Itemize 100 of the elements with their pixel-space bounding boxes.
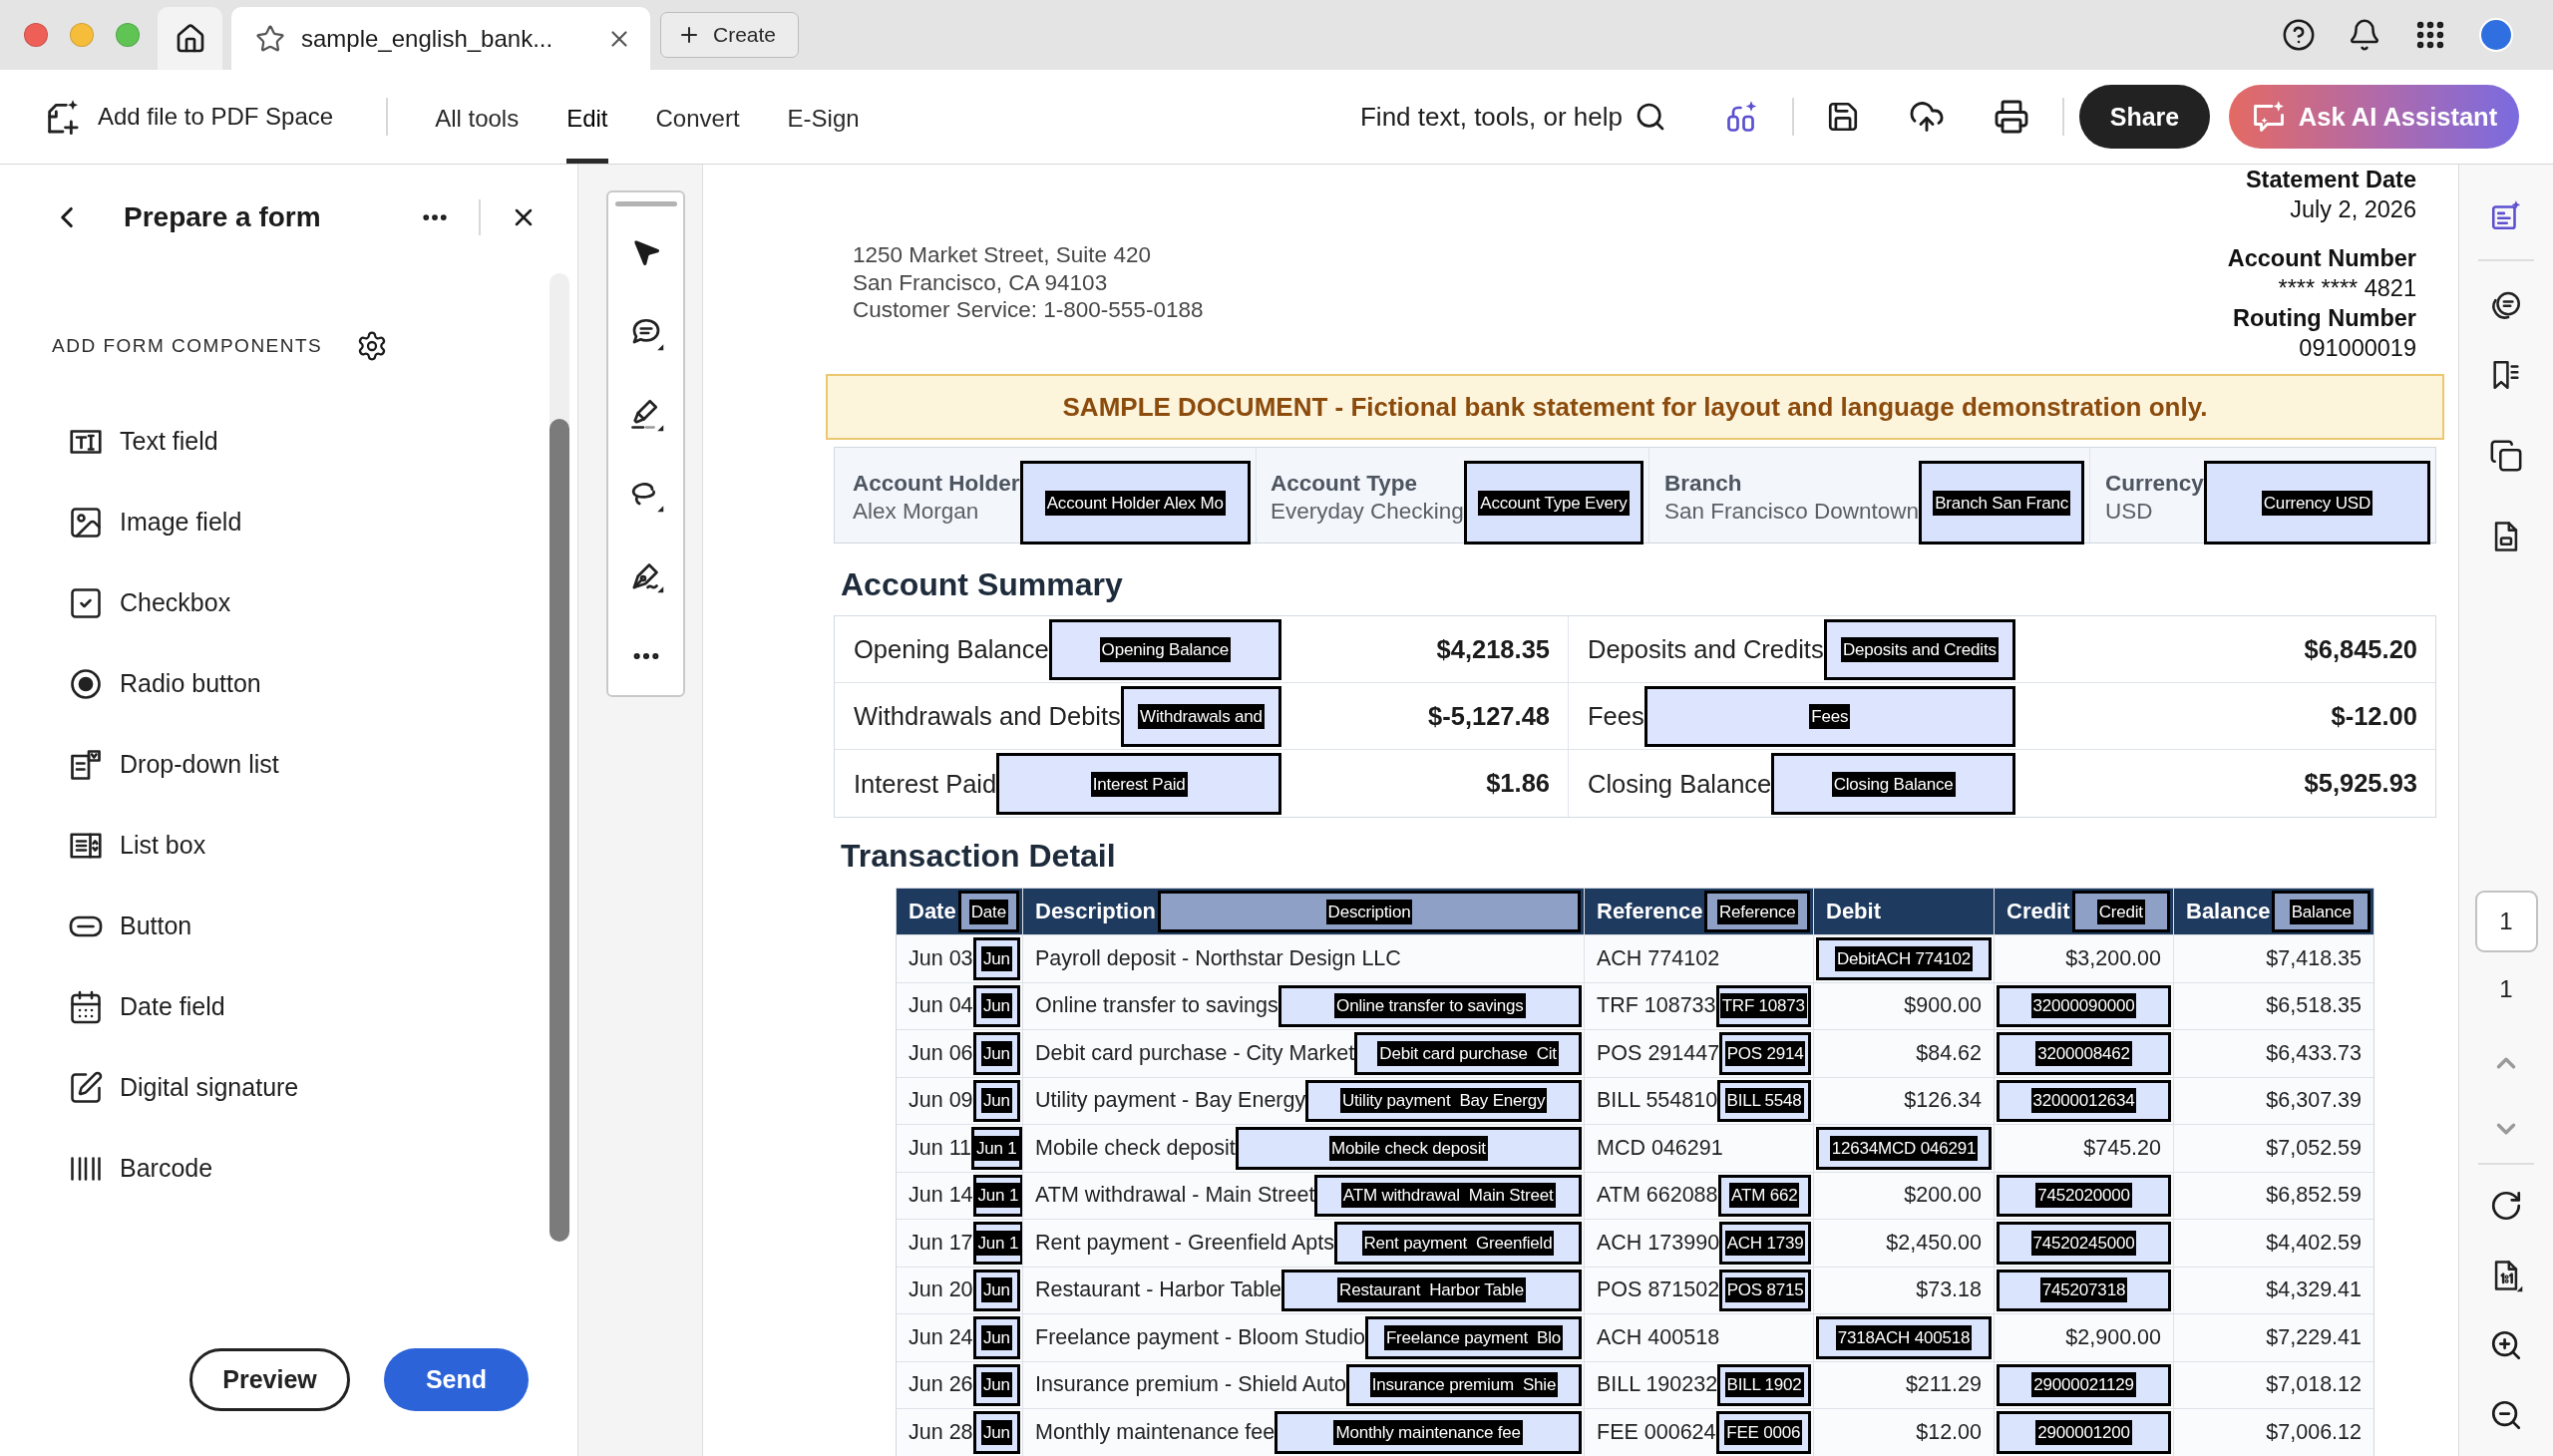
form-field[interactable]: 32000012634	[1997, 1079, 2171, 1122]
bell-icon[interactable]	[2348, 18, 2381, 52]
cloud-upload-icon[interactable]	[1909, 99, 1945, 135]
form-component-item[interactable]: Button	[52, 886, 549, 966]
form-field[interactable]: BILL 1902	[1717, 1363, 1811, 1406]
form-field[interactable]: FEE 0006	[1715, 1411, 1811, 1454]
form-field[interactable]: Jun	[972, 1411, 1020, 1454]
form-field[interactable]: Jun	[972, 1269, 1020, 1311]
form-field[interactable]: Rent payment Greenfield	[1333, 1222, 1582, 1265]
ai-assistant-button[interactable]: Ask AI Assistant	[2229, 85, 2519, 149]
form-field[interactable]: 7452020000	[1997, 1174, 2171, 1217]
form-field[interactable]: Fees	[1643, 686, 2015, 747]
page-count: 1	[2499, 974, 2513, 1004]
form-field[interactable]: Branch San Franc	[1919, 461, 2084, 545]
rotate-arrow-icon[interactable]	[2489, 1189, 2523, 1223]
menu-tab[interactable]: Convert	[655, 70, 740, 164]
menu-tab[interactable]: E-Sign	[787, 70, 860, 164]
document-tab[interactable]: sample_english_bank...	[231, 7, 650, 70]
create-button[interactable]: Create	[660, 12, 800, 58]
form-field[interactable]: 29000021129	[1997, 1363, 2171, 1406]
form-component-item[interactable]: List box	[52, 805, 549, 886]
form-field[interactable]: Description	[1158, 891, 1581, 932]
form-field[interactable]: Currency USD	[2203, 461, 2430, 545]
form-field[interactable]: Interest Paid	[996, 753, 1281, 815]
form-field[interactable]: 74520245000	[1997, 1222, 2171, 1265]
form-field[interactable]: Account Holder Alex Mo	[1019, 461, 1251, 545]
close-window-icon[interactable]	[24, 23, 48, 47]
form-field[interactable]: Jun 1	[970, 1127, 1022, 1170]
form-field[interactable]: 745207318	[1997, 1269, 2171, 1311]
printer-icon[interactable]	[1994, 99, 2029, 135]
form-field[interactable]: BILL 5548	[1717, 1079, 1811, 1122]
drag-handle[interactable]	[614, 201, 677, 206]
form-field-name: Fees	[1809, 704, 1851, 729]
form-component-item[interactable]: Date field	[52, 966, 549, 1047]
star-icon[interactable]	[255, 23, 285, 54]
form-field[interactable]: Monthly maintenance fee	[1275, 1411, 1582, 1454]
page-number-field[interactable]: 1	[2474, 891, 2538, 952]
help-icon[interactable]	[2282, 18, 2316, 52]
home-tab[interactable]	[158, 7, 222, 70]
add-file-button[interactable]: Add file to PDF Space	[43, 97, 334, 137]
form-field[interactable]: Debit card purchase Cit	[1354, 1032, 1582, 1075]
form-component-item[interactable]: Radio button	[52, 643, 549, 724]
share-button[interactable]: Share	[2079, 85, 2210, 149]
form-field[interactable]: ATM 662	[1717, 1174, 1811, 1217]
form-field[interactable]: Balance	[2272, 891, 2371, 932]
form-field[interactable]: Withdrawals and	[1120, 686, 1281, 747]
form-field[interactable]: Online transfer to savings	[1277, 984, 1582, 1027]
search-button[interactable]: Find text, tools, or help	[1359, 101, 1666, 133]
form-field[interactable]: Jun	[972, 984, 1020, 1027]
form-field[interactable]: 2900001200	[1997, 1411, 2171, 1454]
form-field[interactable]: Utility payment Bay Energy	[1305, 1079, 1582, 1122]
form-field[interactable]: Jun	[972, 1032, 1020, 1075]
form-field[interactable]: TRF 10873	[1715, 984, 1811, 1027]
form-field[interactable]: Freelance payment Blo	[1365, 1316, 1582, 1359]
save-icon[interactable]	[1826, 100, 1860, 134]
form-field[interactable]: DebitACH 774102	[1816, 937, 1992, 980]
form-field[interactable]: Account Type Every	[1463, 461, 1643, 545]
form-field[interactable]: Reference	[1704, 891, 1810, 932]
search-icon	[1635, 101, 1666, 133]
form-sparkle-icon[interactable]	[2489, 198, 2523, 232]
form-field[interactable]: Restaurant Harbor Table	[1281, 1269, 1582, 1311]
form-field[interactable]: Jun	[972, 1316, 1020, 1359]
form-field[interactable]: Jun	[972, 937, 1020, 980]
form-field[interactable]: 12634MCD 046291	[1816, 1127, 1992, 1170]
form-component-item[interactable]: Digital signature	[52, 1047, 549, 1128]
form-component-item[interactable]: Text field	[52, 401, 549, 482]
pages-icon[interactable]	[2489, 439, 2523, 473]
form-field[interactable]: Closing Balance	[1771, 753, 2015, 815]
form-field[interactable]: ATM withdrawal Main Street	[1314, 1174, 1582, 1217]
form-field-name: Insurance premium Shie	[1369, 1372, 1559, 1398]
form-field[interactable]: Deposits and Credits	[1823, 619, 2015, 680]
form-field[interactable]: Jun	[972, 1079, 1020, 1122]
column-header: Debit	[1826, 899, 1881, 924]
avatar-circle[interactable]	[2479, 18, 2513, 52]
form-field[interactable]: Insurance premium Shie	[1345, 1363, 1582, 1406]
send-button[interactable]: Send	[384, 1348, 529, 1411]
scrollbar-thumb[interactable]	[549, 419, 569, 1242]
form-component-item[interactable]: Barcode	[52, 1128, 549, 1209]
form-field[interactable]: 3200008462	[1997, 1032, 2171, 1075]
zoom-out-icon[interactable]	[2489, 1398, 2523, 1432]
form-field[interactable]: 7318ACH 400518	[1816, 1316, 1992, 1359]
form-component-item[interactable]: Image field	[52, 482, 549, 562]
form-field[interactable]: Jun 1	[972, 1222, 1024, 1265]
form-field[interactable]: Mobile check deposit	[1235, 1127, 1582, 1170]
form-field[interactable]: Date	[957, 891, 1019, 932]
statement-info-label: Routing Number	[2232, 304, 2416, 333]
menu-tab[interactable]: All tools	[435, 70, 520, 164]
form-component-item[interactable]: Checkbox	[52, 562, 549, 643]
form-field[interactable]: POS 2914	[1719, 1032, 1811, 1075]
zoom-in-icon[interactable]	[2489, 1328, 2523, 1362]
preview-button[interactable]: Preview	[189, 1348, 350, 1411]
form-field[interactable]: Opening Balance	[1048, 619, 1281, 680]
form-field[interactable]: Credit	[2071, 891, 2170, 932]
form-field[interactable]: ACH 1739	[1719, 1222, 1811, 1265]
form-field[interactable]: Jun 1	[972, 1174, 1024, 1217]
form-field[interactable]: Jun	[972, 1363, 1020, 1406]
form-field[interactable]: 32000090000	[1997, 984, 2171, 1027]
transaction-date: Jun 17	[909, 1230, 973, 1256]
form-field[interactable]: POS 8715	[1719, 1269, 1811, 1311]
form-component-item[interactable]: Drop-down list	[52, 724, 549, 805]
